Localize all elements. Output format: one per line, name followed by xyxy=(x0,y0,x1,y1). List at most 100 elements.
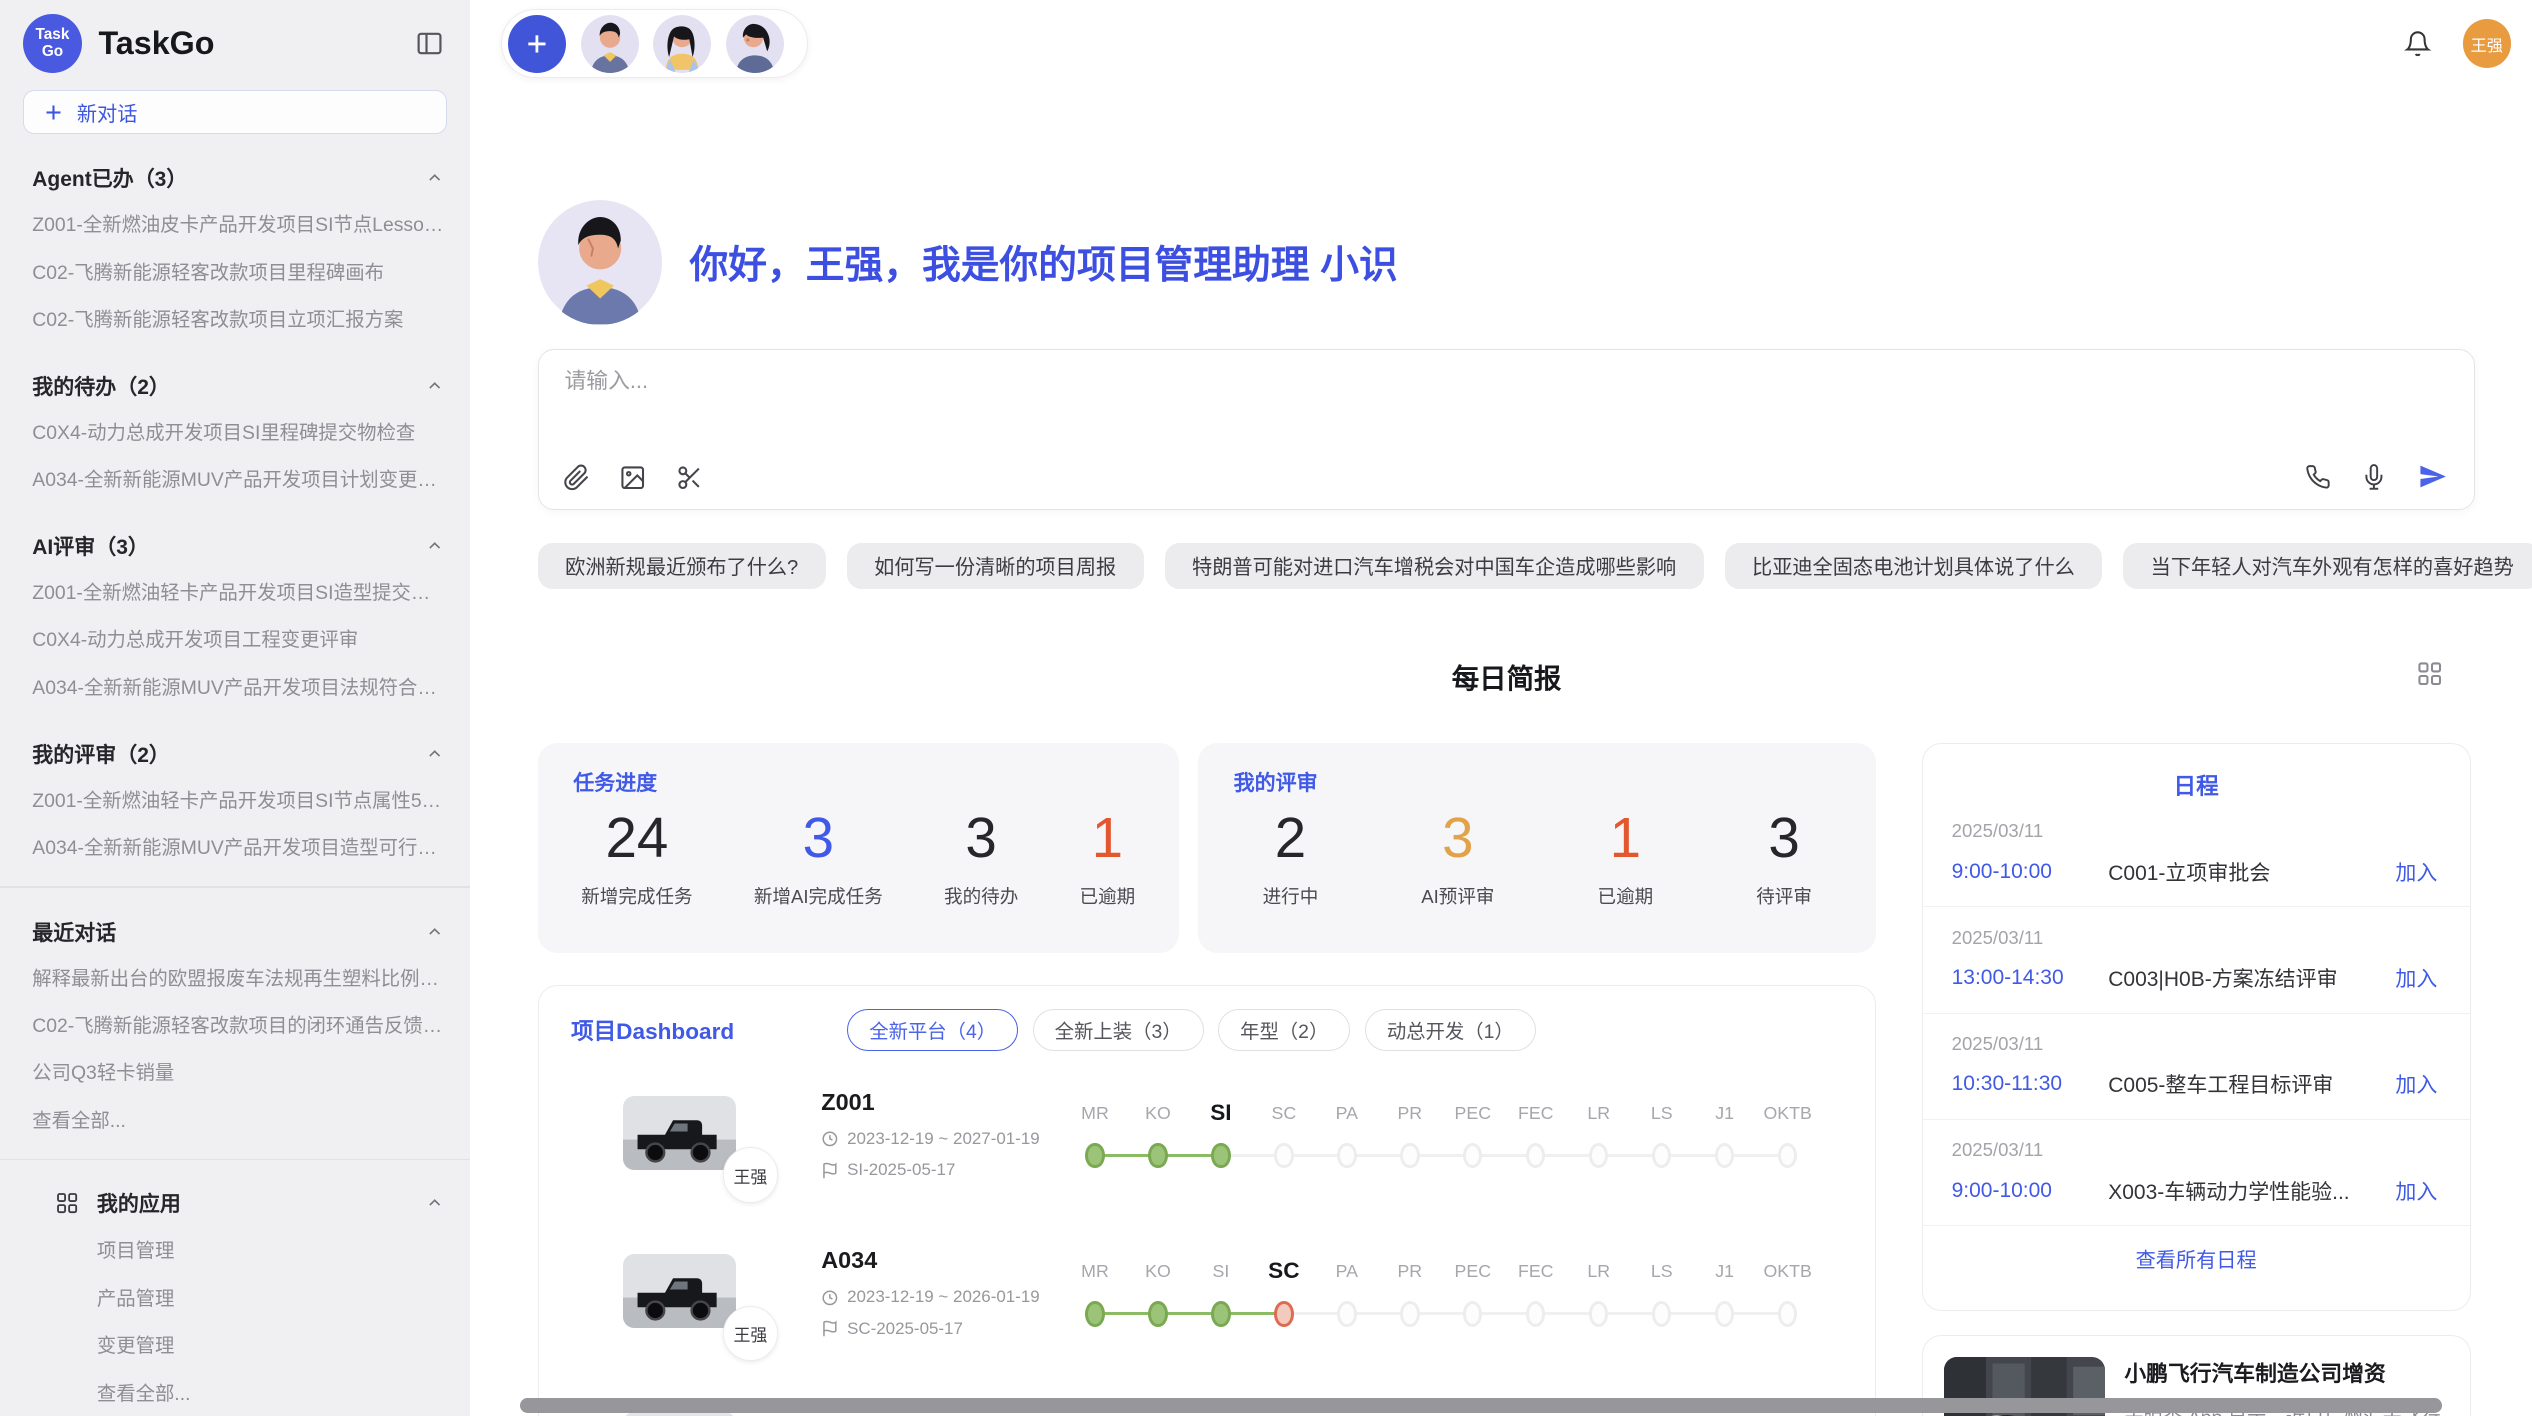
sidebar-item[interactable]: A034-全新新能源MUV产品开发项目法规符合性评审 xyxy=(0,662,470,709)
sidebar-item[interactable]: C0X4-动力总成开发项目工程变更评审 xyxy=(0,615,470,662)
sidebar-item[interactable]: A034-全新新能源MUV产品开发项目计划变更表编写 xyxy=(0,455,470,502)
screenshot-button[interactable] xyxy=(673,461,707,495)
avatar[interactable] xyxy=(726,15,784,73)
new-chat-label: 新对话 xyxy=(77,98,138,127)
send-button[interactable] xyxy=(2415,459,2451,495)
paperclip-icon xyxy=(563,464,590,491)
notifications-button[interactable] xyxy=(2401,27,2435,61)
join-link[interactable]: 加入 xyxy=(2395,1176,2437,1206)
phone-icon xyxy=(2305,464,2331,490)
dashboard-tabs: 全新平台（4） 全新上装（3） 年型（2） 动总开发（1） xyxy=(847,1009,1536,1051)
join-link[interactable]: 加入 xyxy=(2395,1069,2437,1099)
plus-icon xyxy=(524,31,550,57)
stat-value: 24 xyxy=(581,803,692,874)
suggestion-chip[interactable]: 特朗普可能对进口汽车增税会对中国车企造成哪些影响 xyxy=(1165,543,1704,590)
join-link[interactable]: 加入 xyxy=(2395,857,2437,887)
section-my-apps[interactable]: 我的应用 xyxy=(0,1180,470,1226)
schedule-item: 2025/03/11 10:30-11:30 C005-整车工程目标评审 加入 xyxy=(1923,1014,2470,1120)
app-item-product[interactable]: 产品管理 xyxy=(0,1273,470,1320)
milestone-dot-overdue xyxy=(1274,1301,1293,1327)
section-ai-review[interactable]: AI评审（3） xyxy=(0,524,470,567)
app-item-change[interactable]: 变更管理 xyxy=(0,1321,470,1368)
voice-call-button[interactable] xyxy=(2302,461,2334,493)
tab-new-platform[interactable]: 全新平台（4） xyxy=(847,1009,1018,1051)
app-root: Task Go TaskGo 新对话 Agent已办（3） Z001-全新燃油皮… xyxy=(0,0,2532,1416)
stat-cell: 3待评审 xyxy=(1756,803,1812,909)
milestone-label: PR xyxy=(1378,1260,1441,1283)
milestone-dot-done xyxy=(1085,1143,1104,1169)
project-image xyxy=(623,1096,736,1170)
add-assistant-button[interactable] xyxy=(508,15,566,73)
project-dates: 2023-12-19 ~ 2026-01-19 xyxy=(821,1287,1063,1307)
avatar[interactable] xyxy=(653,15,711,73)
milestone-dot xyxy=(1400,1301,1419,1327)
tab-powertrain[interactable]: 动总开发（1） xyxy=(1365,1009,1536,1051)
apps-grid-icon xyxy=(55,1191,79,1215)
briefing-columns: 任务进度 24新增完成任务 3新增AI完成任务 3我的待办 1已逾期 我的评审 xyxy=(538,743,2476,1416)
recent-chat-item[interactable]: 公司Q3轻卡销量 xyxy=(0,1048,470,1095)
milestone-dot xyxy=(1400,1143,1419,1169)
sidebar-item[interactable]: C0X4-动力总成开发项目SI里程碑提交物检查 xyxy=(0,407,470,454)
view-all-chats[interactable]: 查看全部... xyxy=(0,1095,470,1142)
app-title: TaskGo xyxy=(98,25,411,62)
join-link[interactable]: 加入 xyxy=(2395,963,2437,993)
sidebar-item[interactable]: Z001-全新燃油轻卡产品开发项目SI节点属性5D文件评审 xyxy=(0,775,470,822)
project-row[interactable]: 王强 Z001 2023-12-19 ~ 2027-01-19 xyxy=(571,1076,1859,1212)
milestone-timeline: MR KO SI SC PA PR PEC FEC LR LS xyxy=(1063,1235,1859,1335)
recent-chat-item[interactable]: 解释最新出台的欧盟报废车法规再生塑料比例被调至15%... xyxy=(0,953,470,1000)
section-my-todo[interactable]: 我的待办（2） xyxy=(0,364,470,407)
section-title: 我的待办（2） xyxy=(32,371,170,401)
horizontal-scrollbar[interactable] xyxy=(520,1398,2442,1413)
project-media: 王强 xyxy=(623,1235,809,1329)
sidebar-item[interactable]: C02-飞腾新能源轻客改款项目立项汇报方案 xyxy=(0,294,470,341)
image-upload-button[interactable] xyxy=(616,461,650,495)
sidebar-item[interactable]: A034-全新新能源MUV产品开发项目造型可行性评审 xyxy=(0,822,470,869)
schedule-name: C003|H0B-方案冻结评审 xyxy=(2108,963,2395,993)
schedule-time: 10:30-11:30 xyxy=(1952,1072,2109,1096)
tab-year-model[interactable]: 年型（2） xyxy=(1218,1009,1350,1051)
microphone-button[interactable] xyxy=(2358,461,2390,493)
recent-chat-item[interactable]: C02-飞腾新能源轻客改款项目的闭环通告反馈情况 xyxy=(0,1000,470,1047)
sidebar-collapse-button[interactable] xyxy=(412,26,448,62)
milestone-dot xyxy=(1778,1143,1797,1169)
sidebar-header: Task Go TaskGo xyxy=(0,13,470,74)
view-all-apps[interactable]: 查看全部... xyxy=(0,1368,470,1415)
project-row[interactable]: 王强 A034 2023-12-19 ~ 2026-01-19 xyxy=(571,1235,1859,1371)
stat-label: 已逾期 xyxy=(1080,882,1136,909)
suggestion-chip[interactable]: 比亚迪全固态电池计划具体说了什么 xyxy=(1725,543,2103,590)
suggestion-chip[interactable]: 如何写一份清晰的项目周报 xyxy=(847,543,1144,590)
suggestion-chip[interactable]: 当下年轻人对汽车外观有怎样的喜好趋势 xyxy=(2123,543,2532,590)
section-agent-done[interactable]: Agent已办（3） xyxy=(0,157,470,200)
section-my-review[interactable]: 我的评审（2） xyxy=(0,732,470,775)
section-recent-chats[interactable]: 最近对话 xyxy=(0,910,470,953)
suggestion-chip[interactable]: 欧洲新规最近颁布了什么? xyxy=(538,543,826,590)
clock-icon xyxy=(821,1130,839,1148)
new-chat-button[interactable]: 新对话 xyxy=(23,90,448,134)
user-avatar[interactable]: 王强 xyxy=(2463,19,2511,67)
milestone-label: LR xyxy=(1567,1260,1630,1283)
layout-toggle-button[interactable] xyxy=(2413,657,2447,691)
logo-line2: Go xyxy=(42,44,63,61)
stat-cell: 1已逾期 xyxy=(1080,803,1136,909)
avatar[interactable] xyxy=(581,15,639,73)
sidebar-item[interactable]: C02-飞腾新能源轻客改款项目里程碑画布 xyxy=(0,247,470,294)
schedule-card: 日程 2025/03/11 9:00-10:00 C001-立项审批会 加入 2… xyxy=(1922,743,2471,1311)
stat-label: 新增完成任务 xyxy=(581,882,692,909)
project-dates: 2023-12-19 ~ 2027-01-19 xyxy=(821,1129,1063,1149)
app-item-project[interactable]: 项目管理 xyxy=(0,1226,470,1273)
schedule-item: 2025/03/11 9:00-10:00 C001-立项审批会 加入 xyxy=(1923,801,2470,907)
message-input[interactable] xyxy=(561,366,2363,395)
attach-button[interactable] xyxy=(560,461,594,495)
composer-left-icons xyxy=(560,461,707,495)
chevron-up-icon xyxy=(425,168,444,187)
tab-new-body[interactable]: 全新上装（3） xyxy=(1033,1009,1204,1051)
view-all-schedule-link[interactable]: 查看所有日程 xyxy=(1923,1226,2470,1291)
chevron-up-icon xyxy=(425,536,444,555)
section-title: 我的评审（2） xyxy=(32,739,170,769)
stat-value: 3 xyxy=(754,803,883,874)
sidebar-item[interactable]: Z001-全新燃油皮卡产品开发项目SI节点Lesson Learn报告 xyxy=(0,200,470,247)
briefing-left-column: 任务进度 24新增完成任务 3新增AI完成任务 3我的待办 1已逾期 我的评审 xyxy=(538,743,1877,1416)
schedule-name: C005-整车工程目标评审 xyxy=(2108,1069,2395,1099)
sidebar-item[interactable]: Z001-全新燃油轻卡产品开发项目SI造型提交物评审 xyxy=(0,567,470,614)
milestone-label-current: SI xyxy=(1189,1102,1252,1125)
